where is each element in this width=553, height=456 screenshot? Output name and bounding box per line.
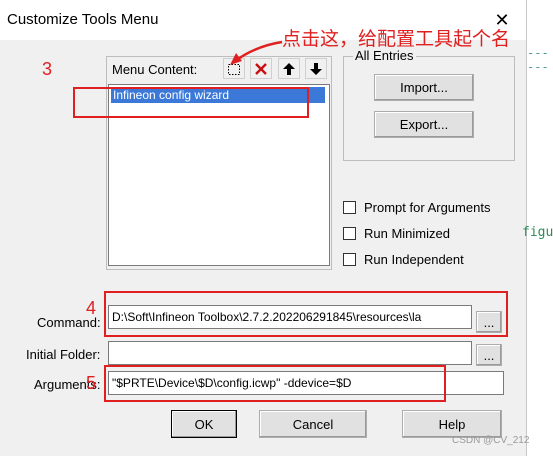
annotation-box-command (104, 291, 508, 337)
annotation-box-arguments (104, 365, 446, 402)
all-entries-group (343, 56, 515, 161)
annotation-box-list (73, 87, 309, 118)
run-independent-label: Run Independent (364, 252, 464, 267)
run-minimized-label: Run Minimized (364, 226, 450, 241)
annotation-step-5: 5 (86, 373, 97, 393)
folder-browse-button[interactable]: ... (476, 344, 502, 366)
annotation-step-4: 4 (86, 298, 97, 318)
background-dashes: ------ (527, 46, 549, 74)
export-button[interactable]: Export... (374, 111, 474, 138)
ok-button[interactable]: OK (171, 410, 237, 438)
watermark: CSDN @CV_212 (452, 435, 530, 446)
cancel-button[interactable]: Cancel (259, 410, 367, 438)
prompt-arguments-checkbox[interactable] (343, 201, 356, 214)
background-code-fragment: figu (522, 225, 553, 240)
menu-content-label: Menu Content: (112, 62, 198, 77)
move-down-button[interactable] (305, 58, 327, 79)
annotation-step-3: 3 (42, 59, 53, 79)
import-button[interactable]: Import... (374, 74, 474, 101)
dialog-title: Customize Tools Menu (7, 11, 159, 28)
arrow-down-icon (310, 62, 322, 75)
prompt-arguments-label: Prompt for Arguments (364, 200, 491, 215)
initial-folder-input[interactable] (108, 341, 472, 365)
run-minimized-checkbox[interactable] (343, 227, 356, 240)
initial-folder-label: Initial Folder: (26, 347, 101, 362)
annotation-arrow-icon (230, 40, 283, 65)
run-independent-checkbox[interactable] (343, 253, 356, 266)
help-button[interactable]: Help (402, 410, 502, 438)
annotation-note: 点击这，给配置工具起个名 (282, 28, 511, 50)
